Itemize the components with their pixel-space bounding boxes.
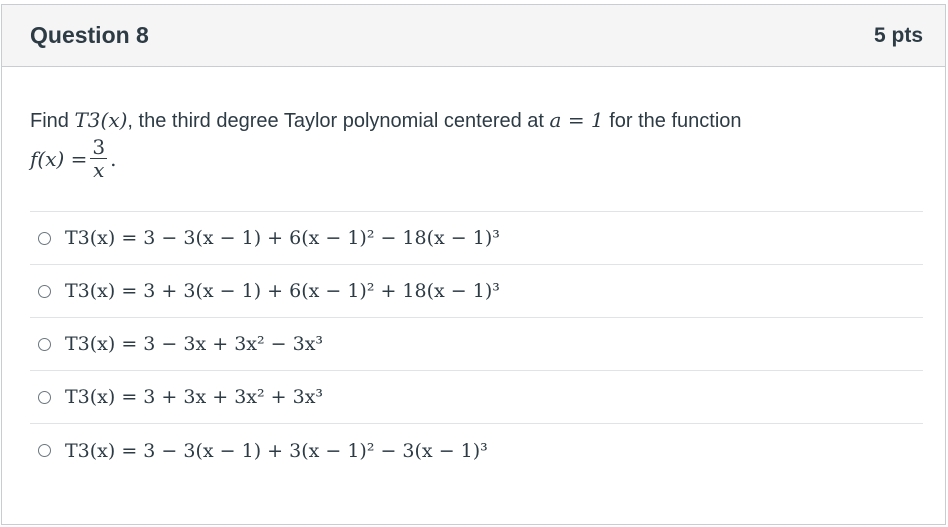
answer-option-4[interactable]: T3(x) = 3 + 3x + 3x² + 3x³ — [30, 371, 923, 424]
answer-option-1[interactable]: T3(x) = 3 − 3(x − 1) + 6(x − 1)² − 18(x … — [30, 212, 923, 265]
question-header: Question 8 5 pts — [2, 5, 945, 67]
answer-label: T3(x) = 3 − 3(x − 1) + 6(x − 1)² − 18(x … — [65, 227, 500, 249]
answer-label: T3(x) = 3 + 3(x − 1) + 6(x − 1)² + 18(x … — [65, 280, 500, 302]
question-prompt: Find T3(x), the third degree Taylor poly… — [30, 107, 923, 181]
prompt-find: Find — [30, 110, 69, 132]
prompt-tail: for the function — [609, 110, 742, 132]
radio-button-icon[interactable] — [38, 444, 51, 457]
answer-list: T3(x) = 3 − 3(x − 1) + 6(x − 1)² − 18(x … — [30, 211, 923, 477]
prompt-line-2: f(x) = 3 x . — [30, 136, 923, 181]
answer-label: T3(x) = 3 − 3(x − 1) + 3(x − 1)² − 3(x −… — [65, 439, 488, 462]
answer-label: T3(x) = 3 + 3x + 3x² + 3x³ — [65, 386, 324, 408]
prompt-a-equals: a = 1 — [549, 108, 604, 132]
prompt-fraction: 3 x — [90, 135, 108, 182]
question-card: Question 8 5 pts Find T3(x), the third d… — [1, 4, 946, 525]
question-title: Question 8 — [30, 22, 149, 48]
question-points: 5 pts — [873, 23, 923, 47]
prompt-end: . — [110, 146, 117, 171]
prompt-t3x: T3(x) — [74, 108, 128, 132]
answer-option-3[interactable]: T3(x) = 3 − 3x + 3x² − 3x³ — [30, 318, 923, 371]
fraction-denominator: x — [93, 158, 105, 182]
radio-button-icon[interactable] — [38, 284, 51, 298]
radio-button-icon[interactable] — [38, 337, 51, 351]
answer-option-5[interactable]: T3(x) = 3 − 3(x − 1) + 3(x − 1)² − 3(x −… — [30, 424, 923, 477]
answer-label: T3(x) = 3 − 3x + 3x² − 3x³ — [65, 333, 324, 355]
prompt-middle: , the third degree Taylor polynomial cen… — [127, 110, 544, 132]
answer-option-2[interactable]: T3(x) = 3 + 3(x − 1) + 6(x − 1)² + 18(x … — [30, 265, 923, 318]
fraction-numerator: 3 — [92, 135, 106, 159]
prompt-f-lhs: f(x) = — [30, 146, 88, 171]
prompt-line-1: Find T3(x), the third degree Taylor poly… — [30, 107, 923, 134]
radio-button-icon[interactable] — [38, 390, 51, 404]
question-body: Find T3(x), the third degree Taylor poly… — [2, 67, 945, 477]
radio-button-icon[interactable] — [38, 231, 51, 245]
